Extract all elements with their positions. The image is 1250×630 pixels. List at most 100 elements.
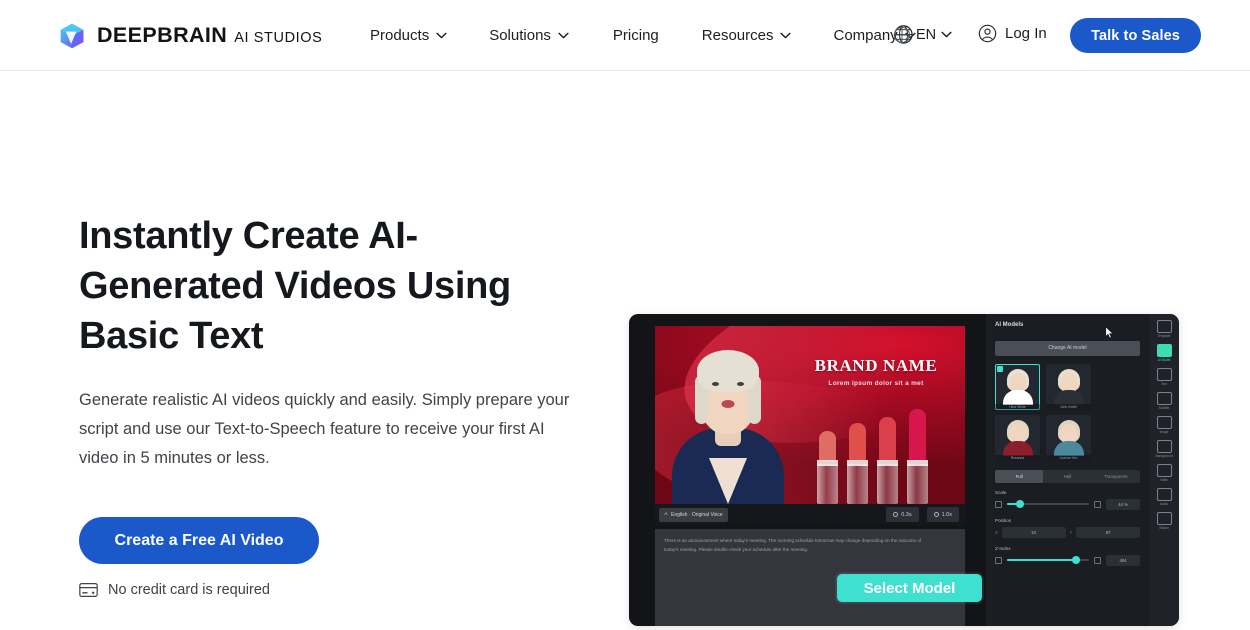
canvas-brand-title: BRAND NAME [814,356,938,375]
nav-item-solutions[interactable]: Solutions [489,0,569,71]
select-model-button[interactable]: Select Model [837,574,982,602]
rail-label: Subtitle [1158,406,1170,410]
rail-label: Image [1159,430,1169,434]
rail-item-background[interactable]: Background [1151,440,1177,458]
talk-to-sales-button[interactable]: Talk to Sales [1070,18,1201,53]
chevron-down-icon [436,32,447,39]
brand-subtitle: AI STUDIOS [234,30,323,46]
position-y-value[interactable]: 67 [1076,526,1140,538]
segment-half[interactable]: Half [1043,470,1091,483]
pause-duration-label: 0.3s [901,511,912,518]
nav-label: Products [370,27,430,44]
login-label: Log In [1005,25,1047,42]
nav-item-products[interactable]: Products [370,0,447,71]
canvas-toolbar: English · Original Voice 0.3s 1.0x [655,504,965,525]
zindex-label: Z-Index [995,545,1011,551]
scale-lock-icon[interactable] [1094,500,1101,508]
scale-control-row: 44 % [995,498,1140,510]
ai-model-thumb[interactable]: Rosanna [995,414,1040,461]
position-label: Position [995,517,1012,523]
ai-model-grid: Hina White John Smith Rosanna Joanne Kim [995,363,1140,461]
zindex-back-icon [995,556,1002,564]
rail-item-audio[interactable]: Audio [1151,488,1177,506]
nav-item-resources[interactable]: Resources [702,0,792,71]
brand-logo-link[interactable]: DEEPBRAIN AI STUDIOS [58,17,322,54]
hero-section: Instantly Create AI-Generated Videos Usi… [0,71,1250,630]
language-selector[interactable]: EN [893,24,952,45]
nav-item-pricing[interactable]: Pricing [613,0,659,71]
ai-model-name: Joanne Kim [1046,454,1091,461]
clock-icon [893,512,899,517]
nav-label: Pricing [612,27,659,44]
rail-item-image[interactable]: Image [1151,416,1177,434]
rail-item-text[interactable]: Text [1151,368,1177,386]
chevron-down-icon [558,32,569,39]
hero-content: Instantly Create AI-Generated Videos Usi… [79,211,599,598]
rail-item-subtitle[interactable]: Subtitle [1151,392,1177,410]
scale-min-icon [995,500,1002,508]
rail-label: Video [1159,478,1169,482]
position-control-row: X 24 Y 67 [995,526,1140,538]
audio-icon [1156,488,1172,501]
pause-duration-pill[interactable]: 0.3s [886,507,919,522]
canvas-brand-text: BRAND NAME Lorem ipsum dolor sit a met [801,356,951,387]
cube-logo-icon [58,22,86,50]
segment-transparent[interactable]: Transparent [1092,470,1140,483]
rail-label: Text [1161,382,1167,386]
zindex-value[interactable]: 404 [1106,554,1140,566]
change-ai-model-button[interactable]: Change AI model [995,340,1140,356]
scale-slider[interactable] [1007,500,1089,508]
zindex-slider[interactable] [1007,556,1089,564]
voice-icon [664,511,668,518]
segment-full[interactable]: Full [995,469,1044,483]
video-icon [1156,464,1172,477]
rail-item-ai-model[interactable]: AI Model [1151,344,1177,362]
rail-item-sticker[interactable]: Sticker [1151,512,1177,530]
chevron-down-icon [780,32,792,39]
rail-label: Audio [1159,502,1169,506]
ai-model-name: Hina White [995,403,1040,410]
script-text: There is an announcement where today's m… [664,538,922,552]
rail-label: Sticker [1159,526,1169,530]
template-icon [1156,320,1172,333]
chevron-down-icon [938,31,952,38]
background-icon [1156,440,1172,453]
ai-model-thumb[interactable]: Joanne Kim [1046,414,1091,461]
page-title: Instantly Create AI-Generated Videos Usi… [79,215,511,357]
video-canvas[interactable]: BRAND NAME Lorem ipsum dolor sit a met [655,326,965,504]
panel-title: AI Models [995,322,1024,328]
create-free-ai-video-button[interactable]: Create a Free AI Video [79,517,319,564]
sticker-icon [1156,512,1172,525]
voice-language-label: English · Original Voice [671,511,723,518]
editor-tool-rail: Template AI Model Text Subtitle Image Ba… [1149,314,1179,626]
main-navigation: Products Solutions Pricing Resources Com… [370,0,916,71]
speed-pill[interactable]: 1.0x [926,507,959,522]
image-icon [1156,416,1172,429]
no-credit-card-note: No credit card is required [79,582,599,598]
position-y-axis-label: Y [1069,529,1073,535]
scale-label: Scale [995,489,1007,495]
language-label: EN [916,26,937,43]
position-x-value[interactable]: 24 [1001,526,1066,538]
ai-model-thumb[interactable]: Hina White [995,363,1040,410]
rail-label: Background [1155,454,1173,458]
rail-item-video[interactable]: Video [1151,464,1177,482]
ai-model-name: Rosanna [995,454,1040,461]
nav-label: Resources [701,27,774,44]
nav-label: Company [833,27,898,44]
user-circle-icon [978,24,997,43]
ai-model-thumb[interactable]: John Smith [1046,363,1091,410]
no-credit-card-label: No credit card is required [108,582,270,598]
ai-model-icon [1156,344,1172,357]
voice-language-chip[interactable]: English · Original Voice [659,507,728,522]
rail-item-template[interactable]: Template [1151,320,1177,338]
login-button[interactable]: Log In [978,24,1047,43]
scale-value[interactable]: 44 % [1106,498,1140,510]
speed-label: 1.0x [941,511,952,518]
rail-label: AI Model [1157,358,1171,362]
ai-model-name: John Smith [1046,403,1091,410]
text-icon [1156,368,1172,381]
zindex-control-row: 404 [995,554,1140,566]
brand-name: DEEPBRAIN [97,23,228,47]
zindex-front-icon[interactable] [1094,556,1101,564]
